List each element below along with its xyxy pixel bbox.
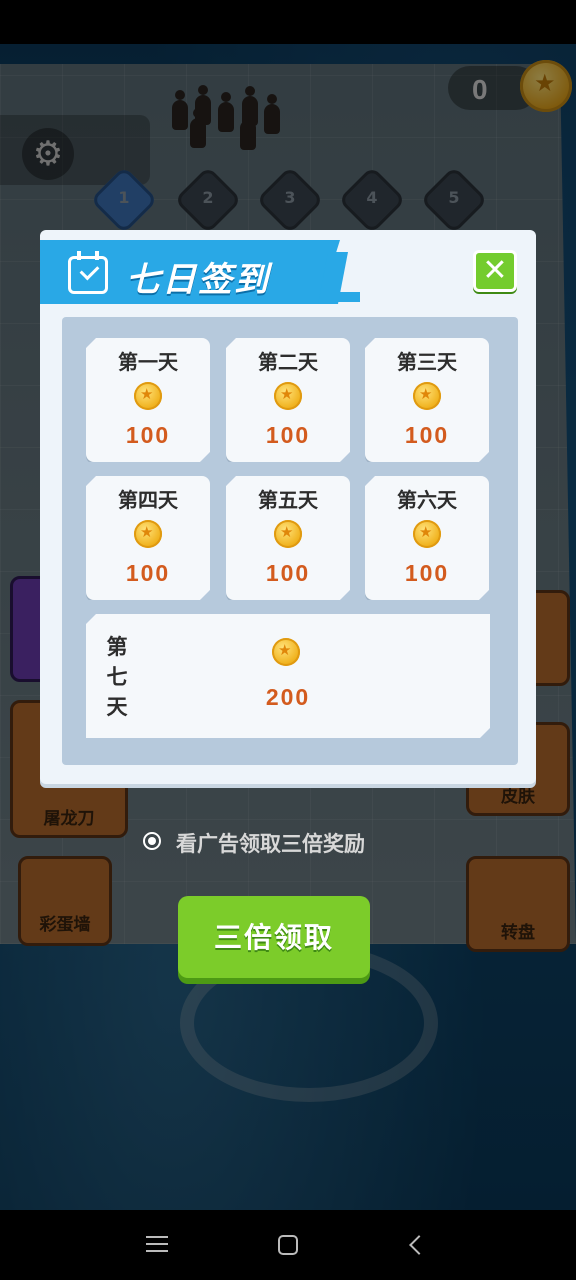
coin-icon — [134, 382, 162, 410]
close-button[interactable]: ✕ — [473, 250, 517, 292]
reward-amount: 100 — [265, 560, 311, 586]
home-icon[interactable] — [278, 1235, 298, 1255]
ad-option-radio[interactable] — [143, 832, 161, 850]
dialog-title: 七日签到 — [126, 260, 270, 300]
day-label: 第三天 — [397, 350, 457, 374]
title-banner-stripe — [330, 292, 360, 302]
coin-icon — [413, 382, 441, 410]
triple-claim-label[interactable]: 三倍领取 — [178, 916, 370, 956]
day-card-4[interactable]: 第四天 100 — [86, 476, 210, 600]
day-label: 第二天 — [258, 350, 318, 374]
day-label: 第四天 — [118, 488, 178, 512]
ad-option-label[interactable]: 看广告领取三倍奖励 — [176, 828, 365, 858]
reward-amount: 100 — [265, 422, 311, 448]
coin-icon — [274, 382, 302, 410]
coin-icon — [274, 520, 302, 548]
day-card-5[interactable]: 第五天 100 — [226, 476, 350, 600]
day-label-char: 七 — [106, 665, 128, 689]
coin-icon — [134, 520, 162, 548]
reward-amount: 100 — [125, 422, 171, 448]
day-label-char: 天 — [106, 695, 128, 719]
reward-amount: 200 — [265, 684, 311, 710]
menu-icon[interactable] — [146, 1236, 168, 1252]
day-card-6[interactable]: 第六天 100 — [365, 476, 489, 600]
reward-amount: 100 — [125, 560, 171, 586]
status-bar — [0, 0, 576, 44]
day-card-7[interactable]: 第 七 天 200 — [86, 614, 490, 738]
close-icon: ✕ — [482, 253, 508, 288]
calendar-check-icon — [68, 251, 108, 294]
day-label: 第一天 — [118, 350, 178, 374]
day-card-1[interactable]: 第一天 100 — [86, 338, 210, 462]
coin-icon — [272, 638, 300, 666]
day-label-7: 第 七 天 — [102, 632, 132, 722]
reward-amount: 100 — [404, 560, 450, 586]
coin-icon — [413, 520, 441, 548]
day-card-3[interactable]: 第三天 100 — [365, 338, 489, 462]
reward-amount: 100 — [404, 422, 450, 448]
day-card-2[interactable]: 第二天 100 — [226, 338, 350, 462]
day-label: 第五天 — [258, 488, 318, 512]
day-label-char: 第 — [106, 635, 128, 659]
day-label: 第六天 — [397, 488, 457, 512]
